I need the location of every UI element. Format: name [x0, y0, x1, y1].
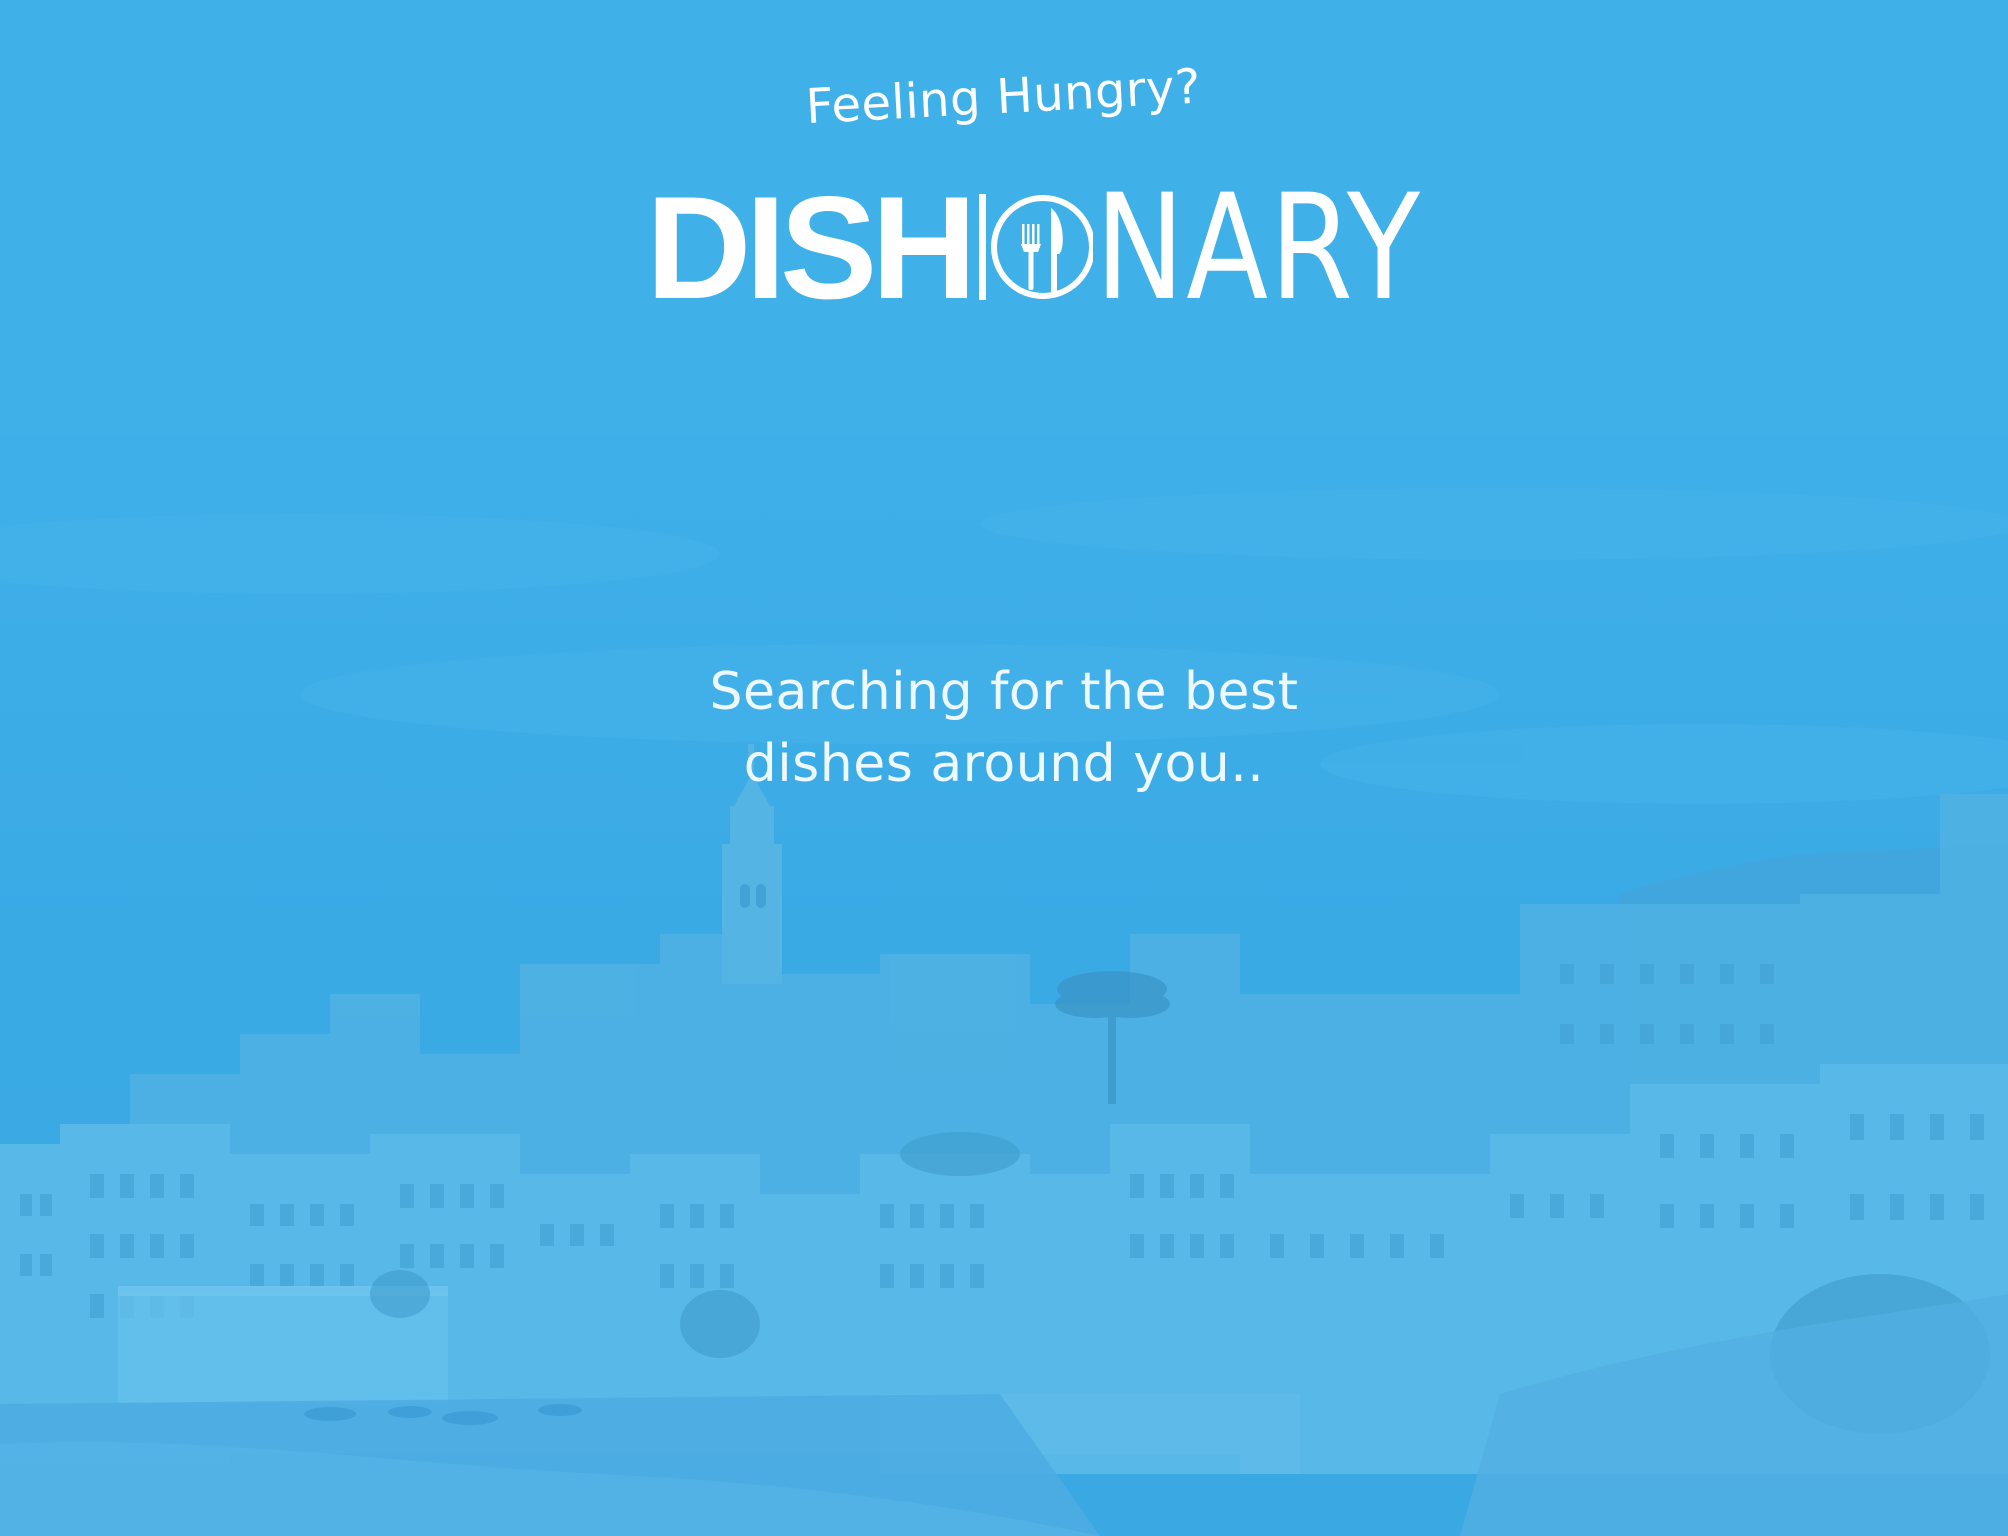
tagline: Feeling Hungry? — [804, 58, 1203, 136]
app-logo: DISH NARY — [646, 163, 1493, 333]
splash-screen: Feeling Hungry? DISH NARY Searching for … — [0, 0, 2008, 1536]
header: Feeling Hungry? DISH NARY — [0, 0, 2008, 434]
fork-and-knife-plate-icon — [978, 194, 1093, 300]
background-photo: Searching for the best dishes around you… — [0, 434, 2008, 1536]
loading-message-line-1: Searching for the best — [709, 662, 1299, 722]
coastal-town-illustration — [0, 434, 2008, 1536]
loading-message: Searching for the best dishes around you… — [0, 656, 2008, 800]
loading-message-line-2: dishes around you.. — [743, 734, 1265, 794]
logo-light-text: NARY — [1094, 163, 1422, 333]
logo-bold-text: DISH — [646, 166, 977, 329]
